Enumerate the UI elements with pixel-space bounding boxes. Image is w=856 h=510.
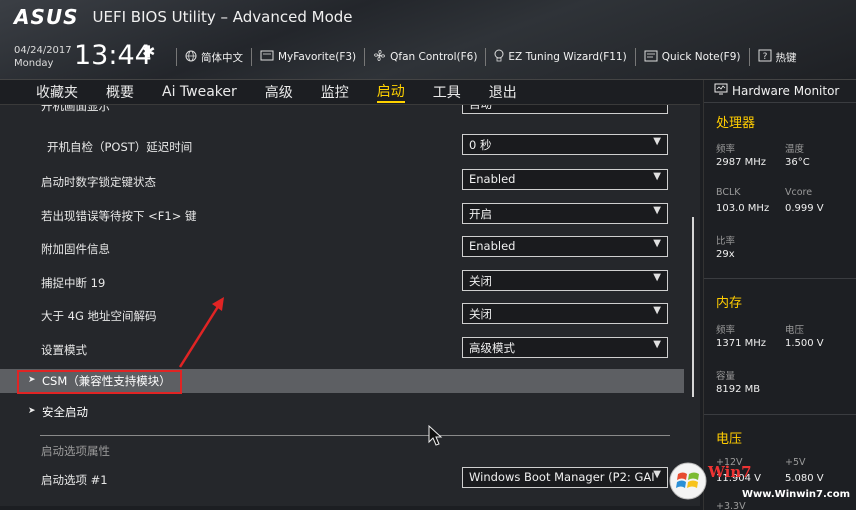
toolbar-divider xyxy=(176,48,177,66)
tab-favorites[interactable]: 收藏夹 xyxy=(36,82,78,102)
date-display: 04/24/2017 Monday xyxy=(14,44,72,70)
bclk-value: 103.0 MHz xyxy=(716,203,770,214)
windows-logo-icon xyxy=(669,462,707,500)
date: 04/24/2017 xyxy=(14,45,72,56)
memory-heading: 内存 xyxy=(716,296,743,311)
language-button[interactable]: 简体中文 xyxy=(185,50,243,65)
main-nav: 收藏夹 概要 Ai Tweaker 高级 监控 启动 工具 退出 xyxy=(0,80,702,104)
mouse-cursor-icon xyxy=(428,425,443,446)
mem-cap-value: 8192 MB xyxy=(716,384,761,395)
annotation-arrow-icon xyxy=(178,297,224,368)
voltage-heading: 电压 xyxy=(716,432,743,447)
tab-advanced[interactable]: 高级 xyxy=(265,82,293,102)
header-bar: ASUS UEFI BIOS Utility – Advanced Mode 0… xyxy=(0,0,856,80)
language-label: 简体中文 xyxy=(201,51,243,64)
qfan-button[interactable]: Qfan Control(F6) xyxy=(373,49,477,65)
monitor-divider xyxy=(704,278,856,279)
toolbar-divider xyxy=(485,48,487,66)
qfan-label: Qfan Control(F6) xyxy=(390,51,478,63)
quick-note-button[interactable]: Quick Note(F9) xyxy=(644,50,741,65)
toolbar-divider xyxy=(634,48,636,66)
toolbar-divider xyxy=(251,48,252,66)
tab-ai-tweaker[interactable]: Ai Tweaker xyxy=(162,84,237,100)
note-icon xyxy=(644,50,658,65)
ez-tuning-button[interactable]: EZ Tuning Wizard(F11) xyxy=(494,49,627,65)
help-icon: ? xyxy=(758,49,772,65)
tab-exit[interactable]: 退出 xyxy=(489,82,517,102)
svg-text:?: ? xyxy=(762,52,767,62)
weekday: Monday xyxy=(14,58,54,69)
vcore-label: Vcore xyxy=(785,187,813,198)
globe-icon xyxy=(185,50,197,65)
tab-monitor[interactable]: 监控 xyxy=(321,82,349,102)
fan-icon xyxy=(373,49,386,65)
watermark-url: Www.Winwin7.com xyxy=(742,489,851,500)
hotkeys-label: 热键 xyxy=(775,51,797,64)
watermark-brand: Win7 xyxy=(708,463,752,481)
cpu-heading: 处理器 xyxy=(716,116,756,131)
bclk-label: BCLK xyxy=(716,187,741,198)
clock: 13:44 xyxy=(74,40,152,71)
toolbar-divider xyxy=(364,48,366,66)
cpu-freq-value: 2987 MHz xyxy=(716,157,767,168)
brand: ASUS UEFI BIOS Utility – Advanced Mode xyxy=(14,5,353,29)
cpu-temp-value: 36°C xyxy=(785,157,810,168)
ez-tuning-label: EZ Tuning Wizard(F11) xyxy=(508,51,627,63)
favorite-icon xyxy=(260,50,274,64)
mem-cap-label: 容量 xyxy=(716,371,736,382)
hotkeys-button[interactable]: ? 热键 xyxy=(758,49,797,65)
watermark: Win7 Www.Winwin7.com xyxy=(660,457,856,510)
cpu-freq-label: 频率 xyxy=(716,144,736,155)
mem-freq-label: 频率 xyxy=(716,325,736,336)
settings-panel: 开机画面显示 自动 ▼ 开机自检（POST）延迟时间 0 秒 ▼ 启动时数字锁定… xyxy=(0,104,700,506)
hardware-monitor-label: Hardware Monitor xyxy=(732,83,840,98)
mem-freq-value: 1371 MHz xyxy=(716,338,767,349)
tab-tool[interactable]: 工具 xyxy=(433,82,461,102)
mem-volt-value: 1.500 V xyxy=(785,338,824,349)
tab-main[interactable]: 概要 xyxy=(106,82,134,102)
cpu-temp-label: 温度 xyxy=(785,144,805,155)
bulb-icon xyxy=(494,49,504,65)
vcore-value: 0.999 V xyxy=(785,203,824,214)
tab-boot[interactable]: 启动 xyxy=(376,81,405,103)
asus-logo: ASUS xyxy=(14,5,79,29)
hardware-monitor-title: Hardware Monitor xyxy=(714,83,839,98)
clock-settings-icon[interactable]: ✱ xyxy=(142,42,155,61)
hardware-monitor-panel: Hardware Monitor 处理器 频率 温度 2987 MHz 36°C… xyxy=(703,80,856,510)
toolbar-divider xyxy=(748,48,750,66)
ratio-label: 比率 xyxy=(716,236,736,247)
quick-note-label: Quick Note(F9) xyxy=(661,51,741,63)
toolbar: 简体中文 MyFavorite(F3) Qfan Control(F6) EZ … xyxy=(168,48,797,66)
ratio-value: 29x xyxy=(716,249,735,260)
monitor-divider xyxy=(704,102,856,103)
myfavorite-button[interactable]: MyFavorite(F3) xyxy=(260,50,356,64)
monitor-divider xyxy=(704,414,856,415)
mem-volt-label: 电压 xyxy=(785,325,805,336)
monitor-icon xyxy=(714,83,728,98)
myfavorite-label: MyFavorite(F3) xyxy=(278,51,357,63)
app-title: UEFI BIOS Utility – Advanced Mode xyxy=(92,8,353,26)
